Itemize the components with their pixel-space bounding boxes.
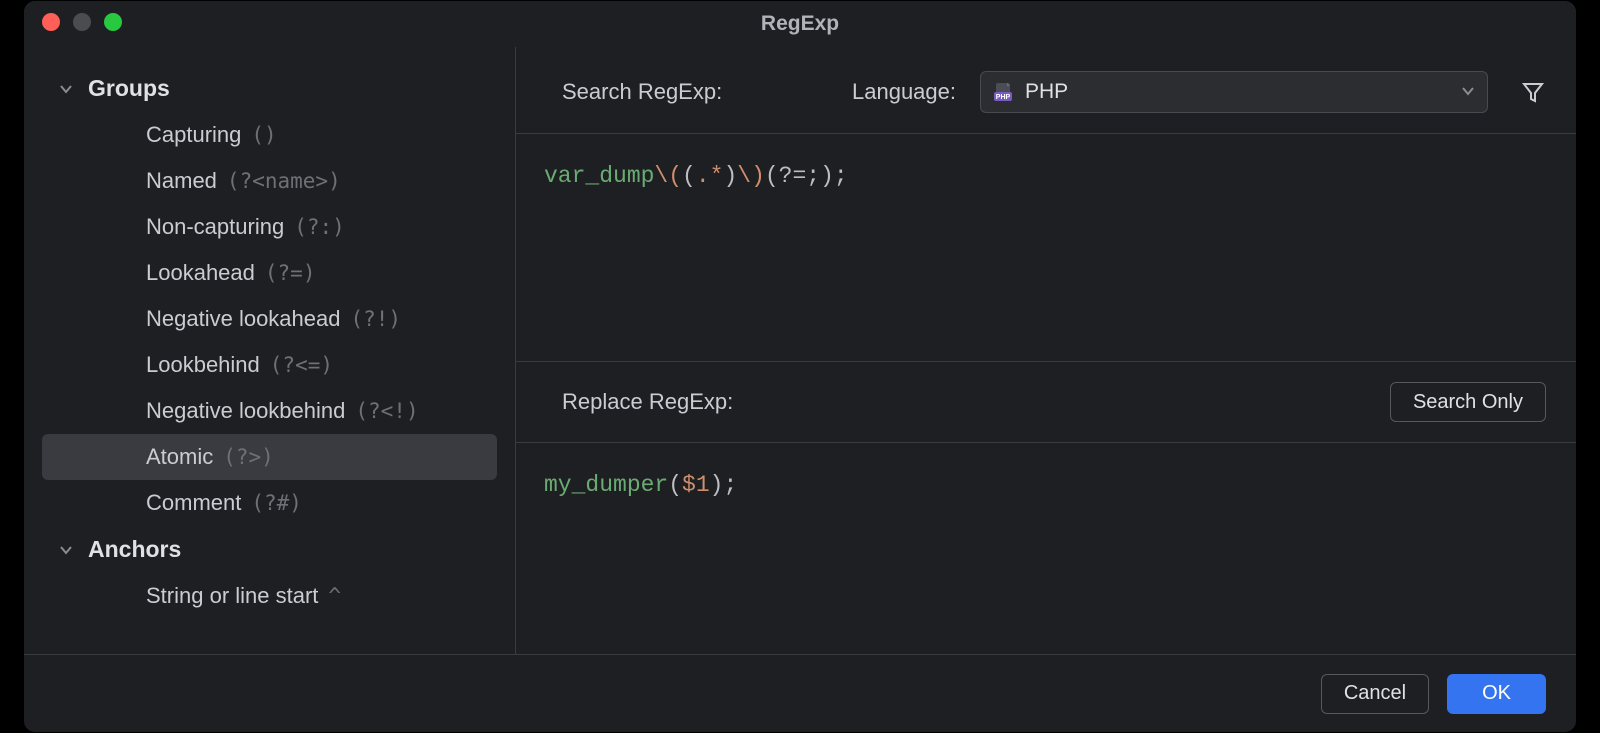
sidebar-item-symbol: (?<!) — [355, 399, 418, 423]
sidebar-item-symbol: () — [251, 123, 276, 147]
sidebar-item-negative-lookahead[interactable]: Negative lookahead (?!) — [42, 296, 497, 342]
sidebar-item-comment[interactable]: Comment (?#) — [42, 480, 497, 526]
sidebar-item-label: Named — [146, 168, 217, 194]
sidebar-item-symbol: (?:) — [294, 215, 345, 239]
dialog-footer: Cancel OK — [24, 654, 1576, 732]
language-value: PHP — [1025, 80, 1451, 104]
regexp-dialog: RegExp Groups Capturing () Named (?<name… — [23, 0, 1577, 733]
titlebar: RegExp — [24, 1, 1576, 47]
replace-regexp-label: Replace RegExp: — [562, 389, 733, 415]
language-label: Language: — [852, 79, 956, 105]
sidebar-item-label: Capturing — [146, 122, 241, 148]
filter-icon[interactable] — [1520, 79, 1546, 105]
sidebar-section-groups[interactable]: Groups — [24, 65, 515, 112]
chevron-down-icon — [58, 81, 74, 97]
sidebar-item-atomic[interactable]: Atomic (?>) — [42, 434, 497, 480]
sidebar-section-title: Groups — [88, 75, 170, 102]
svg-text:PHP: PHP — [996, 94, 1011, 101]
sidebar-item-named[interactable]: Named (?<name>) — [42, 158, 497, 204]
search-regexp-label: Search RegExp: — [562, 79, 722, 105]
sidebar-item-symbol: (?<name>) — [227, 169, 341, 193]
sidebar-item-lookahead[interactable]: Lookahead (?=) — [42, 250, 497, 296]
search-only-button[interactable]: Search Only — [1390, 382, 1546, 422]
sidebar-item-label: Lookahead — [146, 260, 255, 286]
window-title: RegExp — [24, 12, 1576, 36]
ok-button[interactable]: OK — [1447, 674, 1546, 714]
sidebar-item-capturing[interactable]: Capturing () — [42, 112, 497, 158]
sidebar-item-label: Negative lookbehind — [146, 398, 345, 424]
sidebar-item-symbol: (?<=) — [270, 353, 333, 377]
regex-reference-sidebar: Groups Capturing () Named (?<name>) Non-… — [24, 47, 516, 654]
sidebar-item-label: Comment — [146, 490, 241, 516]
sidebar-item-label: Atomic — [146, 444, 213, 470]
language-select[interactable]: PHP PHP — [980, 71, 1488, 113]
sidebar-item-symbol: (?=) — [265, 261, 316, 285]
zoom-window-button[interactable] — [104, 13, 122, 31]
sidebar-item-negative-lookbehind[interactable]: Negative lookbehind (?<!) — [42, 388, 497, 434]
replace-header: Replace RegExp: Search Only — [516, 361, 1576, 442]
chevron-down-icon — [1461, 80, 1475, 104]
sidebar-item-label: Non-capturing — [146, 214, 284, 240]
sidebar-item-label: String or line start — [146, 583, 318, 609]
main-header: Search RegExp: Language: PHP PHP — [516, 47, 1576, 133]
sidebar-section-title: Anchors — [88, 536, 181, 563]
sidebar-item-label: Lookbehind — [146, 352, 260, 378]
window-controls — [42, 13, 122, 31]
sidebar-item-lookbehind[interactable]: Lookbehind (?<=) — [42, 342, 497, 388]
sidebar-item-label: Negative lookahead — [146, 306, 340, 332]
close-window-button[interactable] — [42, 13, 60, 31]
minimize-window-button[interactable] — [73, 13, 91, 31]
sidebar-item-symbol: (?!) — [350, 307, 401, 331]
search-regexp-input[interactable]: var_dump\((.*)\)(?=;); — [516, 133, 1576, 361]
sidebar-item-string-start[interactable]: String or line start ^ — [42, 573, 497, 619]
sidebar-section-anchors[interactable]: Anchors — [24, 526, 515, 573]
sidebar-item-symbol: (?#) — [251, 491, 302, 515]
sidebar-item-symbol: ^ — [328, 584, 341, 608]
php-file-icon: PHP — [993, 81, 1015, 103]
replace-regexp-input[interactable]: my_dumper($1); — [516, 442, 1576, 654]
sidebar-item-symbol: (?>) — [223, 445, 274, 469]
sidebar-item-non-capturing[interactable]: Non-capturing (?:) — [42, 204, 497, 250]
chevron-down-icon — [58, 542, 74, 558]
cancel-button[interactable]: Cancel — [1321, 674, 1429, 714]
